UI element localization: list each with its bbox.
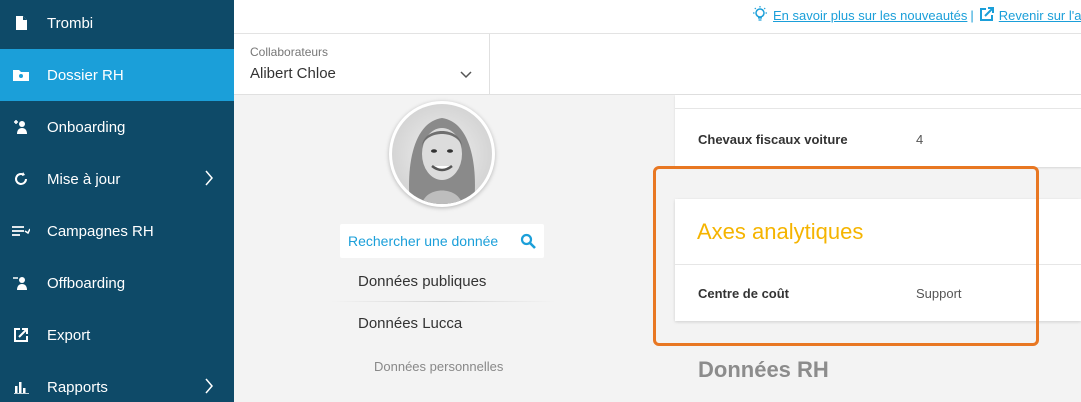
document-icon: [12, 14, 30, 32]
sidebar-item-label: Export: [47, 326, 91, 344]
top-links: En savoir plus sur les nouveautés | Reve…: [752, 6, 1081, 25]
user-minus-icon: [12, 274, 30, 292]
sidebar-item-campagnes-rh[interactable]: Campagnes RH: [0, 205, 234, 257]
field-value: 4: [916, 132, 924, 147]
sidebar-item-label: Rapports: [47, 378, 108, 396]
sidebar-item-rapports[interactable]: Rapports: [0, 361, 234, 402]
selector-bar: Collaborateurs Alibert Chloe: [234, 34, 1081, 95]
collaborator-select[interactable]: Collaborateurs Alibert Chloe: [234, 34, 490, 95]
export-icon: [12, 326, 30, 344]
folder-icon: [12, 66, 30, 84]
chevron-right-icon: [204, 170, 214, 190]
sidebar-item-label: Dossier RH: [47, 66, 124, 84]
sidebar-item-export[interactable]: Export: [0, 309, 234, 361]
highlight-box: [653, 166, 1039, 346]
sidebar-item-label: Mise à jour: [47, 170, 121, 188]
search-placeholder: Rechercher une donnée: [348, 233, 499, 249]
sidebar-item-label: Offboarding: [47, 274, 126, 292]
chart-icon: [12, 378, 30, 396]
divider: [330, 301, 556, 302]
user-plus-icon: [12, 118, 30, 136]
chevron-right-icon: [204, 378, 214, 398]
field-label: Chevaux fiscaux voiture: [698, 132, 848, 147]
sidebar-item-label: Campagnes RH: [47, 222, 154, 240]
search-icon[interactable]: [520, 233, 536, 254]
search-input[interactable]: Rechercher une donnée: [340, 224, 544, 258]
sidebar-item-onboarding[interactable]: Onboarding: [0, 101, 234, 153]
lightbulb-icon: [752, 6, 773, 25]
avatar: [389, 101, 495, 207]
sidebar-item-offboarding[interactable]: Offboarding: [0, 257, 234, 309]
news-link[interactable]: En savoir plus sur les nouveautés: [773, 8, 967, 23]
top-bar: En savoir plus sur les nouveautés | Reve…: [234, 0, 1081, 34]
sidebar: Trombi Dossier RH Onboarding Mise à jour…: [0, 0, 234, 402]
back-link[interactable]: Revenir sur l'a: [999, 8, 1081, 23]
sidebar-item-trombi[interactable]: Trombi: [0, 0, 234, 49]
refresh-icon: [12, 170, 30, 188]
sidebar-item-label: Trombi: [47, 14, 94, 32]
section-lucca-data[interactable]: Données Lucca: [358, 315, 462, 332]
sidebar-item-mise-a-jour[interactable]: Mise à jour: [0, 153, 234, 205]
data-card: Chevaux fiscaux voiture 4: [675, 95, 1081, 167]
section-public-data[interactable]: Données publiques: [358, 273, 486, 290]
section-heading: Données RH: [698, 357, 829, 382]
sidebar-item-label: Onboarding: [47, 118, 126, 136]
chevron-down-icon: [460, 66, 472, 84]
sidebar-item-dossier-rh[interactable]: Dossier RH: [0, 49, 234, 101]
selector-label: Collaborateurs: [250, 45, 329, 59]
list-icon: [12, 222, 30, 240]
section-personal-data[interactable]: Données personnelles: [374, 359, 503, 374]
divider: [675, 108, 1081, 109]
selector-value: Alibert Chloe: [250, 65, 336, 82]
external-link-icon: [979, 7, 999, 24]
link-separator: |: [970, 8, 974, 23]
